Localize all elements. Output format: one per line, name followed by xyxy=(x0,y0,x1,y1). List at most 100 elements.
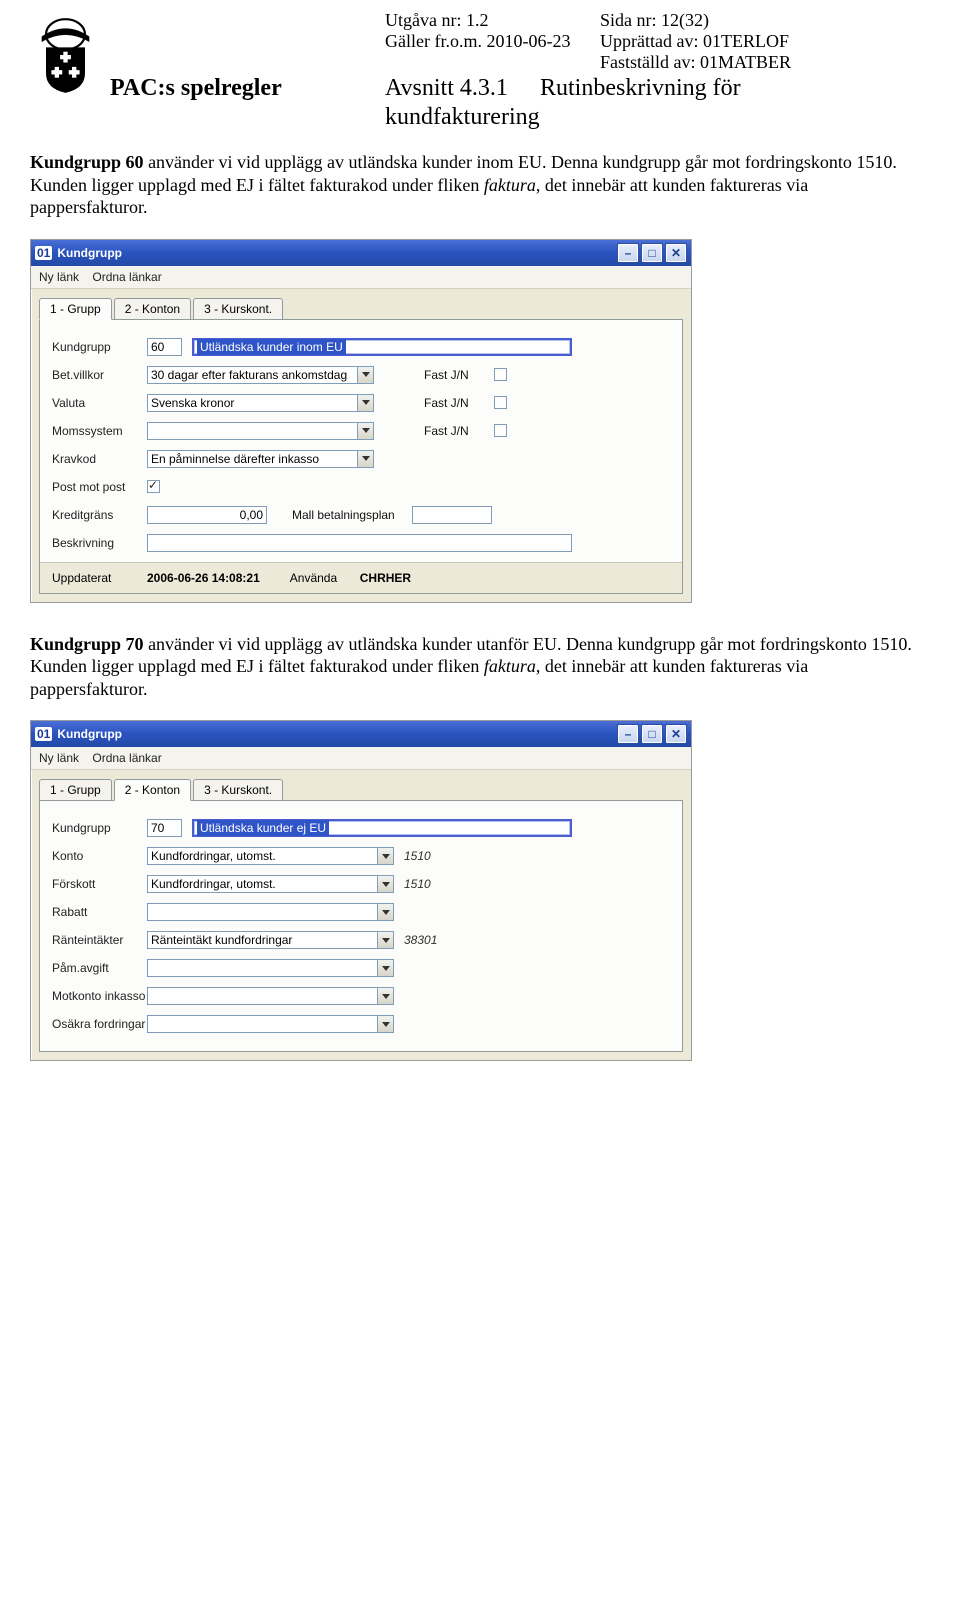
created-by: Upprättad av: 01TERLOF xyxy=(600,31,930,52)
para-70-italic: faktura xyxy=(484,656,536,676)
tab-bar: 1 - Grupp 2 - Konton 3 - Kurskont. xyxy=(31,770,691,800)
kundgrupp-code-input[interactable]: 70 xyxy=(147,819,182,837)
beskrivning-input[interactable] xyxy=(147,534,572,552)
close-button[interactable]: ✕ xyxy=(665,243,687,263)
label-postmotpost: Post mot post xyxy=(52,480,147,494)
dropdown-icon[interactable] xyxy=(377,1015,394,1033)
ranta-value: Ränteintäkt kundfordringar xyxy=(147,931,377,949)
label-beskrivning: Beskrivning xyxy=(52,536,147,550)
tab-kurskont[interactable]: 3 - Kurskont. xyxy=(193,298,283,320)
label-kundgrupp: Kundgrupp xyxy=(52,340,147,354)
para-70-lead: Kundgrupp 70 xyxy=(30,634,144,654)
menubar: Ny länk Ordna länkar xyxy=(31,266,691,289)
dropdown-icon[interactable] xyxy=(357,394,374,412)
tab-konton[interactable]: 2 - Konton xyxy=(114,779,191,801)
pamavgift-value xyxy=(147,959,377,977)
para-70-body2: Kunden ligger upplagd med EJ i fältet fa… xyxy=(30,656,484,676)
maximize-button[interactable]: □ xyxy=(641,724,663,744)
label-pamavgift: Påm.avgift xyxy=(52,961,147,975)
tab-konton[interactable]: 2 - Konton xyxy=(114,298,191,320)
label-mallbet: Mall betalningsplan xyxy=(292,508,412,522)
fastjn-checkbox-3[interactable] xyxy=(494,424,507,437)
menu-new-link[interactable]: Ny länk xyxy=(39,751,79,765)
dropdown-icon[interactable] xyxy=(377,931,394,949)
tab-grupp[interactable]: 1 - Grupp xyxy=(39,298,112,320)
mallbet-input[interactable] xyxy=(412,506,492,524)
anvanda-value: CHRHER xyxy=(360,571,411,585)
kravkod-value: En påminnelse därefter inkasso xyxy=(147,450,357,468)
tab-bar: 1 - Grupp 2 - Konton 3 - Kurskont. xyxy=(31,289,691,319)
app-badge: 01 xyxy=(35,246,52,260)
approved-by: Fastställd av: 01MATBER xyxy=(600,52,930,73)
menu-organize-links[interactable]: Ordna länkar xyxy=(92,270,161,284)
label-fastjn-3: Fast J/N xyxy=(424,424,494,438)
section-number: Avsnitt 4.3.1 xyxy=(385,75,540,102)
kravkod-dropdown[interactable]: En påminnelse därefter inkasso xyxy=(147,450,374,468)
titlebar[interactable]: 01 Kundgrupp – □ ✕ xyxy=(31,240,691,266)
footer-bar: Uppdaterat 2006-06-26 14:08:21 Använda C… xyxy=(40,562,682,593)
pamavgift-dropdown[interactable] xyxy=(147,959,394,977)
label-kundgrupp: Kundgrupp xyxy=(52,821,147,835)
menu-new-link[interactable]: Ny länk xyxy=(39,270,79,284)
kundgrupp-name-input[interactable]: Utländska kunder inom EU xyxy=(192,338,572,356)
tab-body-grupp: Kundgrupp 60 Utländska kunder inom EU Be… xyxy=(39,319,683,594)
forskott-value: Kundfordringar, utomst. xyxy=(147,875,377,893)
motkonto-value xyxy=(147,987,377,1005)
section-title-line2: kundfakturering xyxy=(385,104,540,131)
kundgrupp-name-input[interactable]: Utländska kunder ej EU xyxy=(192,819,572,837)
para-60: Kundgrupp 60 använder vi vid upplägg av … xyxy=(30,151,930,219)
rabatt-dropdown[interactable] xyxy=(147,903,394,921)
label-valuta: Valuta xyxy=(52,396,147,410)
dropdown-icon[interactable] xyxy=(357,450,374,468)
tab-kurskont[interactable]: 3 - Kurskont. xyxy=(193,779,283,801)
label-fastjn-1: Fast J/N xyxy=(424,368,494,382)
tab-grupp[interactable]: 1 - Grupp xyxy=(39,779,112,801)
osakra-dropdown[interactable] xyxy=(147,1015,394,1033)
minimize-button[interactable]: – xyxy=(617,243,639,263)
para-60-body2: Kunden ligger upplagd med EJ i fältet fa… xyxy=(30,175,484,195)
label-kreditgrans: Kreditgräns xyxy=(52,508,147,522)
label-ranta: Ränteintäkter xyxy=(52,933,147,947)
valid-from: Gäller fr.o.m. 2010-06-23 xyxy=(385,31,600,52)
para-60-body1: använder vi vid upplägg av utländska kun… xyxy=(144,152,897,172)
window-title: Kundgrupp xyxy=(57,727,617,741)
version-label: Utgåva nr: 1.2 xyxy=(385,10,600,31)
kreditgrans-input[interactable]: 0,00 xyxy=(147,506,267,524)
motkonto-dropdown[interactable] xyxy=(147,987,394,1005)
valuta-dropdown[interactable]: Svenska kronor xyxy=(147,394,374,412)
menu-organize-links[interactable]: Ordna länkar xyxy=(92,751,161,765)
maximize-button[interactable]: □ xyxy=(641,243,663,263)
window-title: Kundgrupp xyxy=(57,246,617,260)
rabatt-value xyxy=(147,903,377,921)
fastjn-checkbox-2[interactable] xyxy=(494,396,507,409)
momssystem-dropdown[interactable] xyxy=(147,422,374,440)
label-uppdaterat: Uppdaterat xyxy=(52,571,147,585)
fastjn-checkbox-1[interactable] xyxy=(494,368,507,381)
dropdown-icon[interactable] xyxy=(377,875,394,893)
app-badge: 01 xyxy=(35,727,52,741)
konto-number: 1510 xyxy=(404,849,431,863)
kundgrupp-window-2: 01 Kundgrupp – □ ✕ Ny länk Ordna länkar … xyxy=(30,720,692,1061)
label-betvillkor: Bet.villkor xyxy=(52,368,147,382)
label-anvanda: Använda xyxy=(290,571,360,585)
konto-dropdown[interactable]: Kundfordringar, utomst. xyxy=(147,847,394,865)
osakra-value xyxy=(147,1015,377,1033)
dropdown-icon[interactable] xyxy=(377,847,394,865)
dropdown-icon[interactable] xyxy=(377,903,394,921)
close-button[interactable]: ✕ xyxy=(665,724,687,744)
dropdown-icon[interactable] xyxy=(357,366,374,384)
ranta-dropdown[interactable]: Ränteintäkt kundfordringar xyxy=(147,931,394,949)
dropdown-icon[interactable] xyxy=(357,422,374,440)
titlebar[interactable]: 01 Kundgrupp – □ ✕ xyxy=(31,721,691,747)
postmotpost-checkbox[interactable] xyxy=(147,480,160,493)
dropdown-icon[interactable] xyxy=(377,959,394,977)
forskott-number: 1510 xyxy=(404,877,431,891)
kundgrupp-name-selection: Utländska kunder ej EU xyxy=(197,820,329,836)
dropdown-icon[interactable] xyxy=(377,987,394,1005)
crest-icon xyxy=(30,10,100,100)
para-60-italic: faktura xyxy=(484,175,536,195)
kundgrupp-code-input[interactable]: 60 xyxy=(147,338,182,356)
forskott-dropdown[interactable]: Kundfordringar, utomst. xyxy=(147,875,394,893)
betvillkor-dropdown[interactable]: 30 dagar efter fakturans ankomstdag xyxy=(147,366,374,384)
minimize-button[interactable]: – xyxy=(617,724,639,744)
